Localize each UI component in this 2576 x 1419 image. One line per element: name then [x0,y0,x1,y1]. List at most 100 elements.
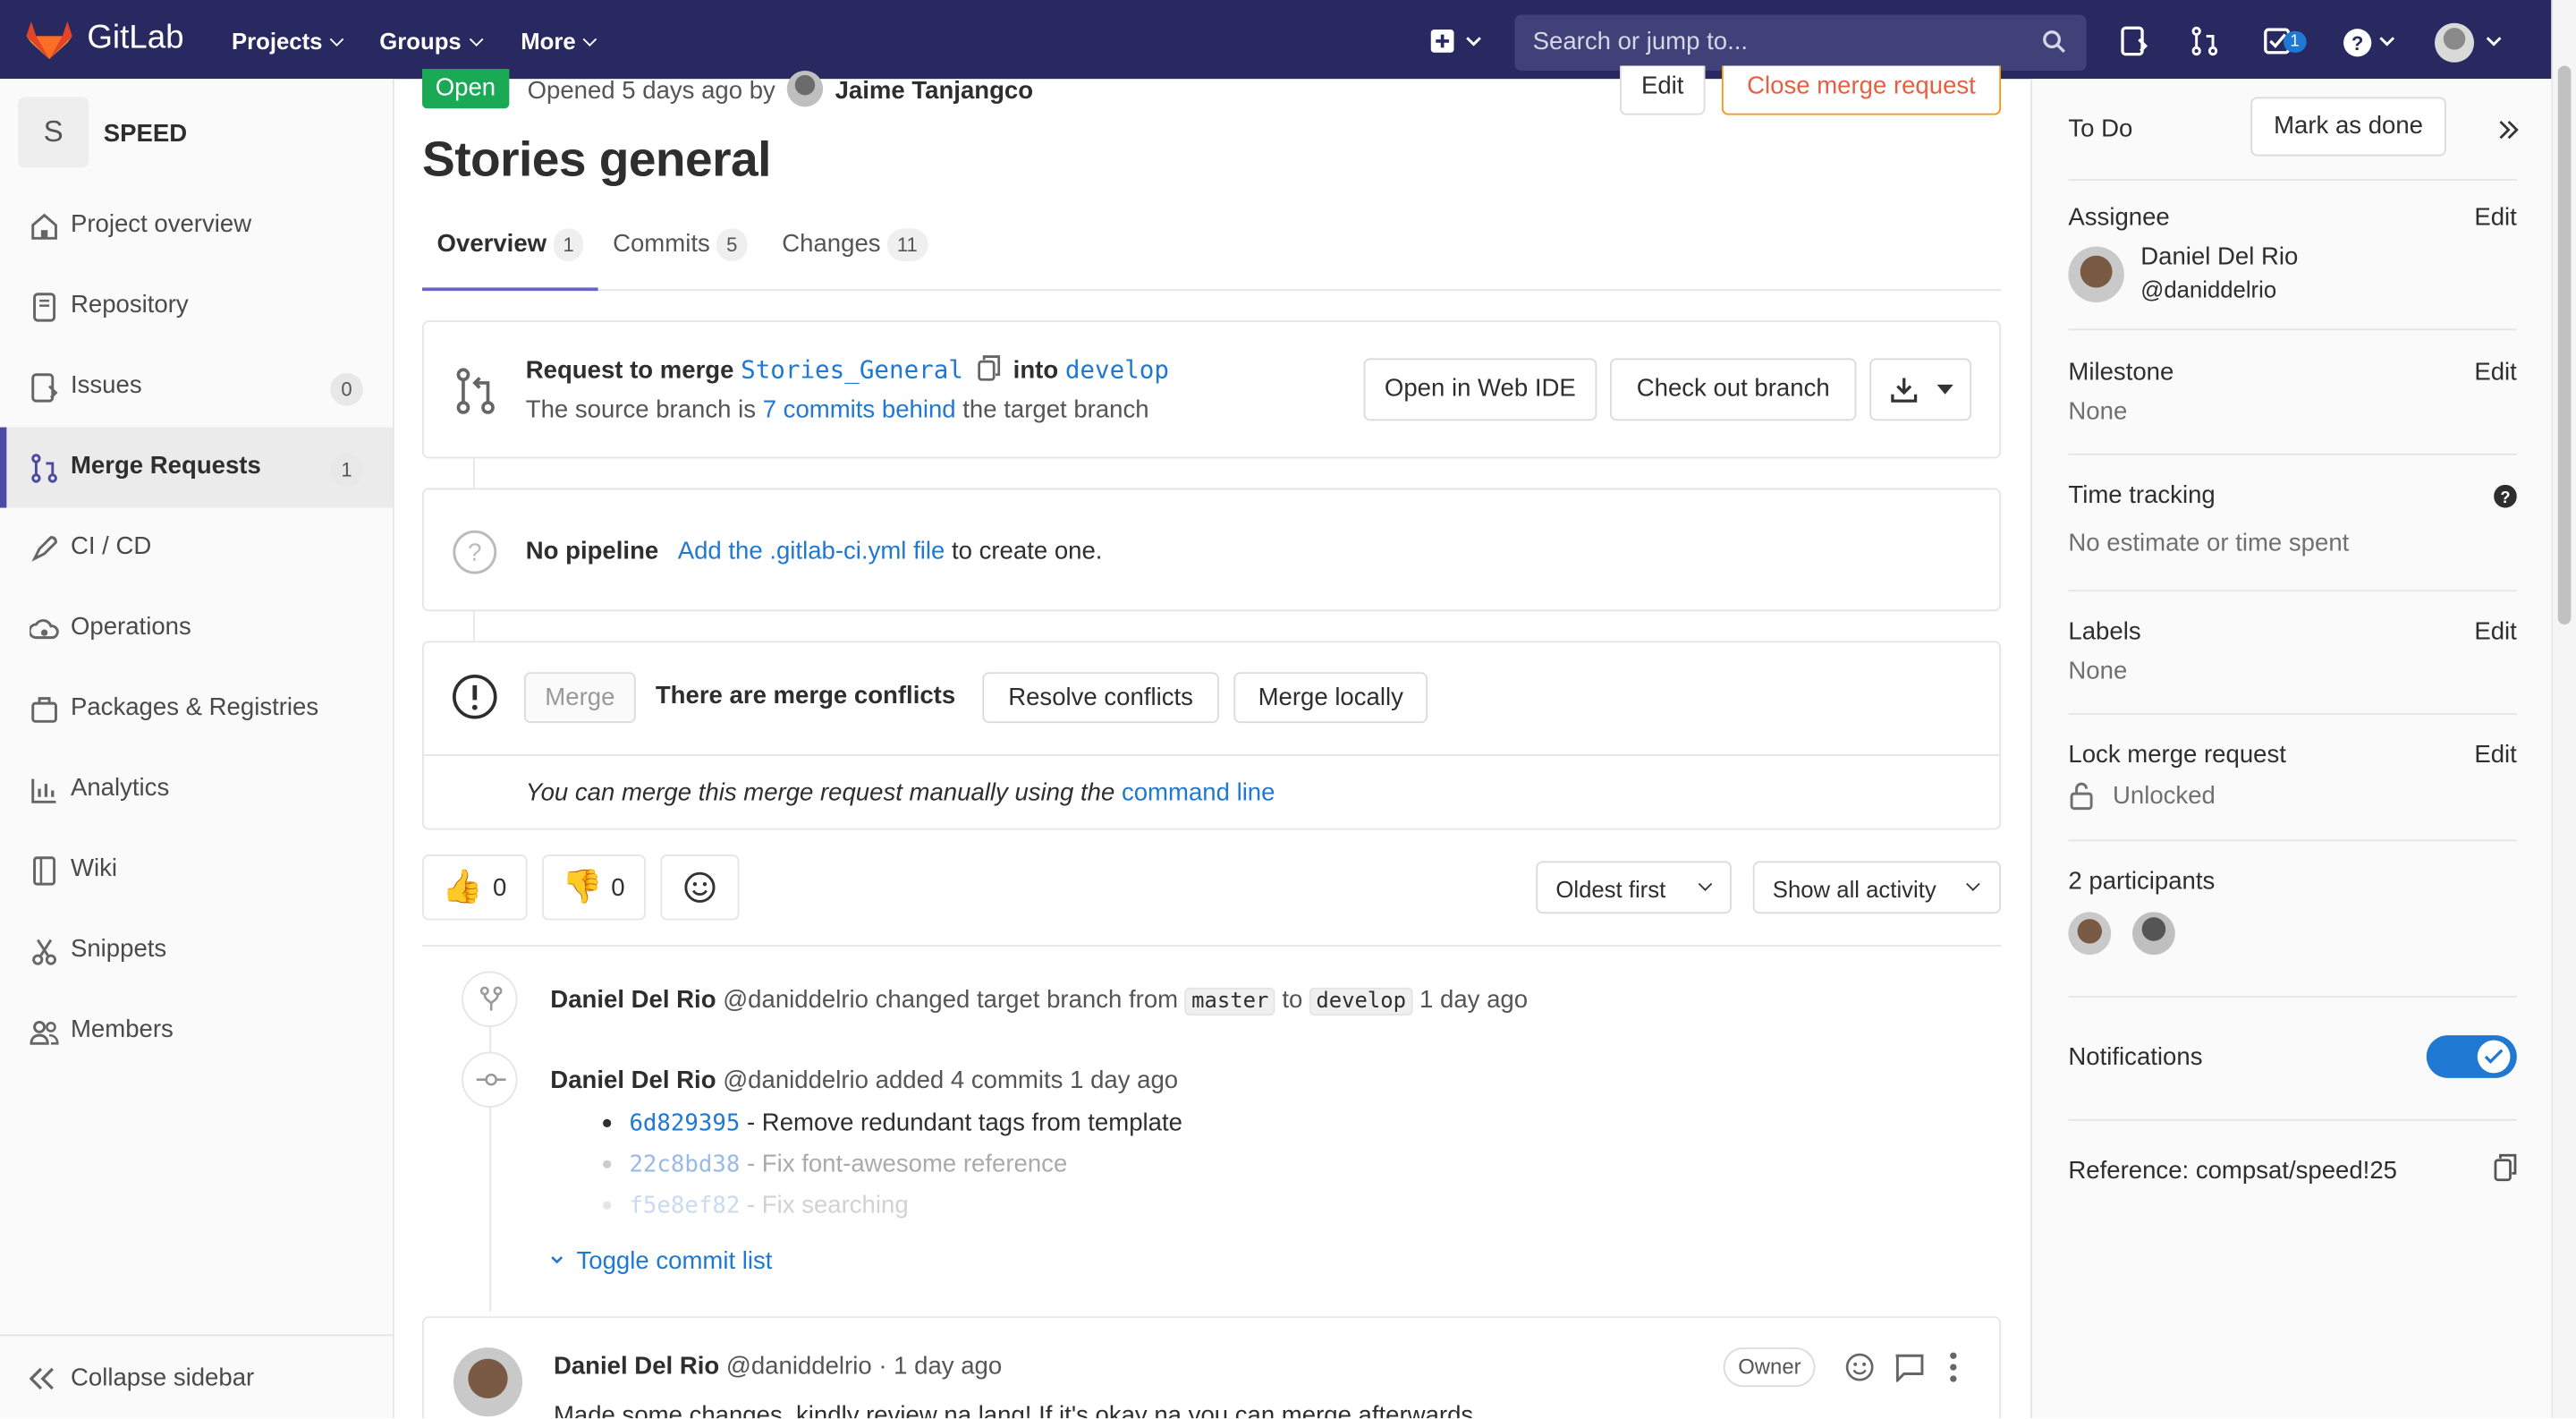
assignee-name[interactable]: Daniel Del Rio [2140,243,2298,271]
more-actions-icon[interactable] [1948,1351,1958,1384]
collapse-sidebar-button[interactable]: Collapse sidebar [0,1334,393,1418]
merge-locally-button[interactable]: Merge locally [1233,672,1428,724]
commit-sha-link[interactable]: 22c8bd38 [629,1152,740,1178]
thumbs-down-button[interactable]: 👎 0 [542,854,646,921]
search-icon [2043,30,2065,54]
cloud-gear-icon [30,619,59,640]
thumbs-up-button[interactable]: 👍 0 [422,854,528,921]
user-avatar[interactable] [2434,22,2475,63]
add-reaction-button[interactable] [660,854,740,921]
user-name[interactable]: Daniel Del Rio [550,986,716,1014]
svg-text:?: ? [2500,488,2510,506]
source-branch-link[interactable]: Stories_General [741,355,963,385]
lock-edit-link[interactable]: Edit [2474,741,2516,769]
close-merge-request-button[interactable]: Close merge request [1721,65,2002,115]
smiley-icon[interactable] [1845,1353,1875,1382]
reference-section: Reference: compsat/speed!25 [2068,1121,2517,1236]
assignee-avatar[interactable] [2068,246,2124,302]
search-input[interactable]: Search or jump to... [1514,14,2087,71]
brand-name[interactable]: GitLab [87,20,183,57]
issues-icon[interactable] [2119,26,2148,56]
sidebar-item-packages-registries[interactable]: Packages & Registries [0,669,393,750]
participant-avatar[interactable] [2132,912,2175,956]
commit-sha-link[interactable]: 6d829395 [629,1111,740,1137]
open-web-ide-button[interactable]: Open in Web IDE [1363,358,1597,421]
projects-menu[interactable]: Projects [232,28,344,55]
chevron-down-icon [583,32,597,47]
sidebar-item-analytics[interactable]: Analytics [0,750,393,830]
commit-list-item: 6d829395 - Remove redundant tags from te… [603,1109,1182,1137]
user-name[interactable]: Daniel Del Rio [550,1066,716,1094]
help-icon[interactable]: ? [2494,484,2517,508]
todo-section: To Do Mark as done [2068,79,2519,182]
merge-requests-icon[interactable] [2190,26,2219,56]
add-gitlab-ci-link[interactable]: Add the .gitlab-ci.yml file [678,538,945,565]
users-icon [30,1020,59,1045]
sidebar-item-ci-cd[interactable]: CI / CD [0,508,393,589]
labels-edit-link[interactable]: Edit [2474,618,2516,646]
sidebar-item-members[interactable]: Members [0,991,393,1072]
thumbs-up-icon: 👍 [442,869,483,906]
commits-behind-link[interactable]: 7 commits behind [763,396,956,424]
sidebar-item-issues[interactable]: Issues 0 [0,347,393,428]
chevron-down-icon [1966,877,1980,891]
milestone-section: Milestone Edit None [2068,330,2517,455]
gitlab-logo-icon[interactable] [26,20,72,60]
merge-request-icon [456,368,495,414]
notifications-toggle[interactable] [2426,1035,2517,1078]
scrollbar[interactable] [2551,0,2576,1419]
chevron-down-icon[interactable] [2484,35,2504,48]
commit-sha-link[interactable]: f5e8ef82 [629,1193,740,1219]
merge-button[interactable]: Merge [523,672,636,724]
check-icon [2484,1049,2504,1064]
tab-commits[interactable]: Commits 5 [613,228,748,262]
target-branch-link[interactable]: develop [1065,355,1169,385]
milestone-edit-link[interactable]: Edit [2474,358,2516,386]
author-avatar[interactable] [787,70,824,107]
tab-changes[interactable]: Changes 11 [782,228,928,262]
commenter-avatar[interactable] [453,1347,523,1417]
help-icon[interactable]: ? [2343,28,2398,57]
svg-text:?: ? [468,538,481,565]
labels-section: Labels Edit None [2068,591,2517,715]
resolve-conflicts-button[interactable]: Resolve conflicts [982,672,1219,724]
scrollbar-thumb[interactable] [2557,65,2572,625]
mark-as-done-button[interactable]: Mark as done [2250,97,2446,157]
caret-down-icon [1936,384,1953,395]
timeline-event-added-commits: Daniel Del Rio @daniddelrio added 4 comm… [550,1066,1179,1095]
assignee-edit-link[interactable]: Edit [2474,204,2516,232]
status-badge: Open [422,69,509,109]
timeline-event-icon [462,971,518,1027]
author-name[interactable]: Jaime Tanjangco [835,77,1033,105]
double-chevron-right-icon[interactable] [2499,120,2519,140]
comment-header: Daniel Del Rio @daniddelrio · 1 day ago [553,1352,1003,1381]
new-plus-icon[interactable] [1429,28,1485,54]
check-out-branch-button[interactable]: Check out branch [1609,358,1857,421]
command-line-link[interactable]: command line [1122,779,1275,807]
copy-icon[interactable] [2494,1153,2517,1182]
edit-button[interactable]: Edit [1619,65,1706,115]
user-name[interactable]: Daniel Del Rio [554,1353,719,1381]
divider [423,754,2000,756]
active-tab-indicator [422,287,598,292]
sidebar-item-merge-requests[interactable]: Merge Requests 1 [0,427,393,508]
sidebar-item-operations[interactable]: Operations [0,589,393,669]
tab-overview[interactable]: Overview 1 [437,228,584,262]
sidebar-item-wiki[interactable]: Wiki [0,830,393,911]
sidebar-item-repository[interactable]: Repository [0,267,393,347]
sort-dropdown[interactable]: Oldest first [1536,861,1732,914]
reply-comment-icon[interactable] [1894,1353,1924,1382]
sidebar-item-project-overview[interactable]: Project overview [0,186,393,267]
unlock-icon [2070,782,2093,811]
project-name[interactable]: SPEED [104,120,187,148]
sidebar-item-snippets[interactable]: Snippets [0,911,393,991]
timeline-event-icon [462,1051,518,1108]
groups-menu[interactable]: Groups [379,28,484,55]
toggle-commit-list-button[interactable]: Toggle commit list [550,1247,772,1275]
more-menu[interactable]: More [521,28,597,55]
copy-icon[interactable] [977,355,1000,381]
activity-filter-dropdown[interactable]: Show all activity [1752,861,2002,914]
project-avatar[interactable]: S [18,97,89,168]
download-dropdown-button[interactable] [1869,358,1972,421]
participant-avatar[interactable] [2068,912,2112,956]
